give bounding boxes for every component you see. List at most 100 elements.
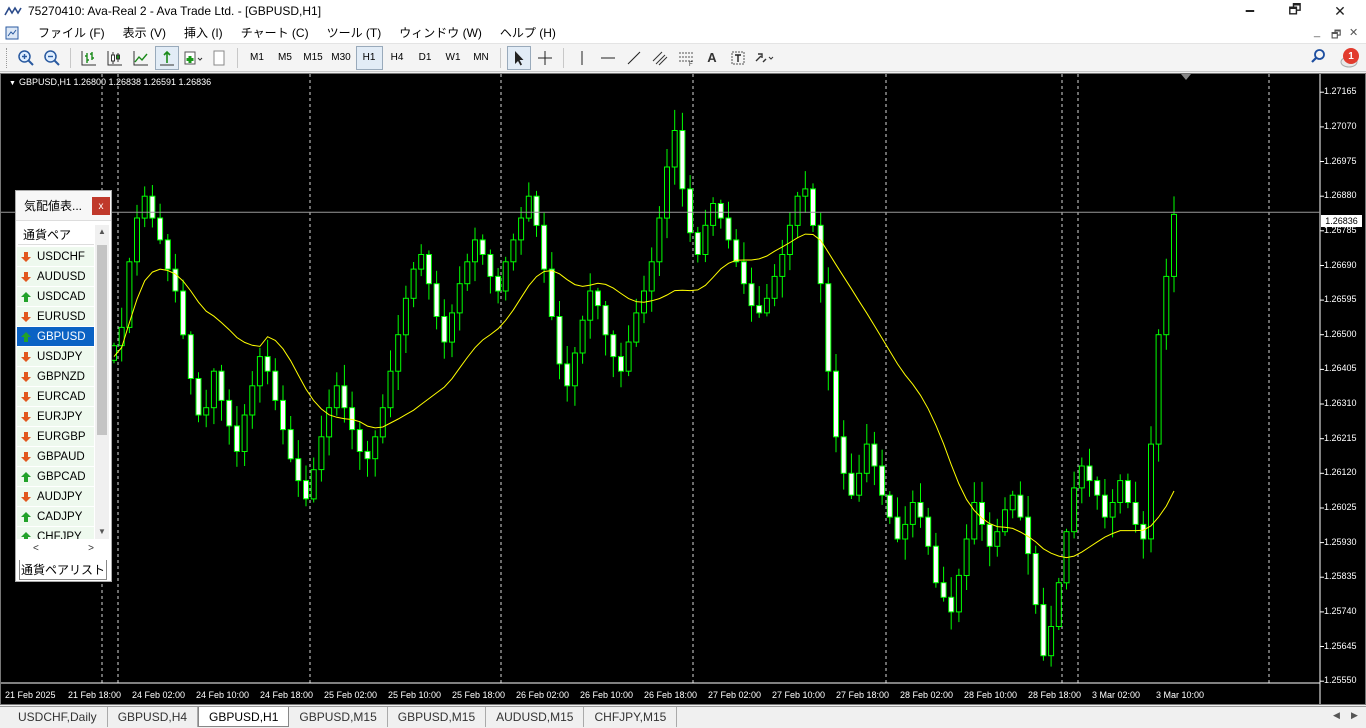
symbol-list: USDCHF AUDUSD USDCAD EURUSD GBPUSD USDJPY GBPN…: [17, 247, 94, 539]
time-tick-label: 28 Feb 10:00: [964, 690, 1018, 700]
text-tool-button[interactable]: A: [700, 46, 724, 70]
menu-help[interactable]: ヘルプ (H): [491, 22, 565, 44]
price-tick-label: 1.27165: [1324, 86, 1357, 97]
bull-candle: [786, 224, 793, 256]
bear-candle: [218, 370, 225, 401]
minimize-button[interactable]: 🗕: [1228, 0, 1272, 22]
candlestick-button[interactable]: [103, 46, 127, 70]
symbol-row-eurusd[interactable]: EURUSD: [17, 307, 94, 327]
timeframe-m5[interactable]: M5: [272, 46, 299, 70]
bear-candle: [556, 316, 563, 365]
vertical-line-button[interactable]: [570, 46, 594, 70]
chart-tab-active[interactable]: GBPUSD,H1: [198, 707, 290, 727]
zoom-out-button[interactable]: [40, 46, 64, 70]
scrollbar-thumb[interactable]: [97, 245, 107, 435]
menu-view[interactable]: 表示 (V): [114, 22, 175, 44]
crosshair-tool-button[interactable]: [533, 46, 557, 70]
bull-candle: [456, 283, 463, 314]
toolbar-separator: [563, 47, 564, 68]
symbols-tab[interactable]: 通貨ペアリスト: [19, 560, 107, 580]
chart-window-icon[interactable]: [5, 26, 19, 40]
timeframe-h1[interactable]: H1: [355, 45, 383, 70]
symbol-row-audusd[interactable]: AUDUSD: [17, 267, 94, 287]
timeframe-w1[interactable]: W1: [440, 46, 467, 70]
zoom-in-button[interactable]: [14, 46, 38, 70]
symbol-row-gbpcad[interactable]: GBPCAD: [17, 467, 94, 487]
notifications-button[interactable]: 1: [1340, 48, 1360, 68]
toolbar-grip[interactable]: [6, 47, 9, 68]
arrows-button[interactable]: [752, 46, 776, 70]
symbol-row-eurjpy[interactable]: EURJPY: [17, 407, 94, 427]
template-button[interactable]: [207, 46, 231, 70]
menu-chart[interactable]: チャート (C): [232, 22, 318, 44]
timeframe-m1[interactable]: M1: [244, 46, 271, 70]
timeframe-mn[interactable]: MN: [468, 46, 495, 70]
bull-candle: [702, 224, 709, 256]
text-label-button[interactable]: [726, 46, 750, 70]
restore-button[interactable]: 🗗: [1273, 0, 1317, 22]
timeframe-m15[interactable]: M15: [300, 46, 327, 70]
menu-file[interactable]: ファイル (F): [29, 22, 114, 44]
bull-candle: [955, 574, 962, 613]
bear-candle: [295, 458, 302, 482]
price-tick-label: 1.25930: [1324, 536, 1357, 547]
timeframe-m30[interactable]: M30: [328, 46, 355, 70]
symbol-row-audjpy[interactable]: AUDJPY: [17, 487, 94, 507]
timeframe-d1[interactable]: D1: [412, 46, 439, 70]
scroll-up-icon[interactable]: ▲: [95, 225, 109, 239]
timeframe-h4[interactable]: H4: [384, 46, 411, 70]
menu-insert[interactable]: 挿入 (I): [175, 22, 232, 44]
symbol-row-gbpaud[interactable]: GBPAUD: [17, 447, 94, 467]
symbol-row-gbpusd[interactable]: GBPUSD: [17, 327, 94, 347]
line-chart-button[interactable]: [129, 46, 153, 70]
bar-chart-button[interactable]: [77, 46, 101, 70]
new-indicator-button[interactable]: [181, 46, 205, 70]
chart-tab[interactable]: USDCHF,Daily: [8, 707, 108, 727]
market-watch-close-button[interactable]: x: [92, 197, 110, 215]
bear-candle: [495, 275, 502, 292]
chart-menu-triangle-icon[interactable]: ▼: [9, 80, 16, 87]
fibonacci-button[interactable]: F: [674, 46, 698, 70]
price-chart[interactable]: [1, 74, 1365, 704]
tab-scroll-right-icon[interactable]: ▶: [1351, 710, 1358, 721]
auto-scroll-button[interactable]: [155, 45, 179, 70]
scroll-down-icon[interactable]: ▼: [95, 525, 109, 539]
chart-shift-marker[interactable]: [1181, 74, 1191, 80]
chart-tab[interactable]: AUDUSD,M15: [486, 707, 585, 727]
symbol-row-eurcad[interactable]: EURCAD: [17, 387, 94, 407]
symbol-row-usdjpy[interactable]: USDJPY: [17, 347, 94, 367]
close-button[interactable]: ✕: [1318, 0, 1362, 22]
search-icon[interactable]: [1310, 48, 1326, 64]
menu-window[interactable]: ウィンドウ (W): [390, 22, 491, 44]
symbol-row-cadjpy[interactable]: CADJPY: [17, 507, 94, 527]
symbol-row-usdcad[interactable]: USDCAD: [17, 287, 94, 307]
template-icon: [213, 50, 225, 65]
mdi-close-button[interactable]: ✕: [1349, 26, 1358, 39]
mdi-minimize-button[interactable]: _: [1314, 26, 1320, 38]
symbol-row-usdchf[interactable]: USDCHF: [17, 247, 94, 267]
chart-tab[interactable]: CHFJPY,M15: [584, 707, 678, 727]
cursor-tool-button[interactable]: [507, 45, 531, 70]
horizontal-line-button[interactable]: [596, 46, 620, 70]
symbol-name: GBPAUD: [37, 450, 85, 463]
trendline-button[interactable]: [622, 46, 646, 70]
symbol-row-eurgbp[interactable]: EURGBP: [17, 427, 94, 447]
market-watch-vertical-scrollbar[interactable]: ▲ ▼: [95, 225, 109, 539]
bear-candle: [533, 195, 540, 226]
chart-tab[interactable]: GBPUSD,H4: [108, 707, 199, 727]
symbol-column-header[interactable]: 通貨ペア: [18, 225, 94, 245]
equidistant-channel-button[interactable]: [648, 46, 672, 70]
chart-tab[interactable]: GBPUSD,M15: [388, 707, 487, 727]
chart-tab[interactable]: GBPUSD,M15: [289, 707, 388, 727]
bull-candle: [387, 370, 394, 409]
chart-area[interactable]: ▼ GBPUSD,H1 1.26800 1.26838 1.26591 1.268…: [0, 73, 1366, 705]
symbol-row-gbpnzd[interactable]: GBPNZD: [17, 367, 94, 387]
bull-candle: [141, 195, 148, 219]
symbol-row-chfjpy[interactable]: CHFJPY: [17, 527, 94, 539]
scroll-right-icon[interactable]: >: [88, 543, 94, 557]
mdi-restore-button[interactable]: 🗗: [1331, 26, 1341, 45]
tab-scroll-left-icon[interactable]: ◀: [1333, 710, 1340, 721]
menu-tools[interactable]: ツール (T): [318, 22, 391, 44]
market-watch-horizontal-scrollbar[interactable]: < >: [17, 543, 110, 557]
scroll-left-icon[interactable]: <: [33, 543, 39, 557]
